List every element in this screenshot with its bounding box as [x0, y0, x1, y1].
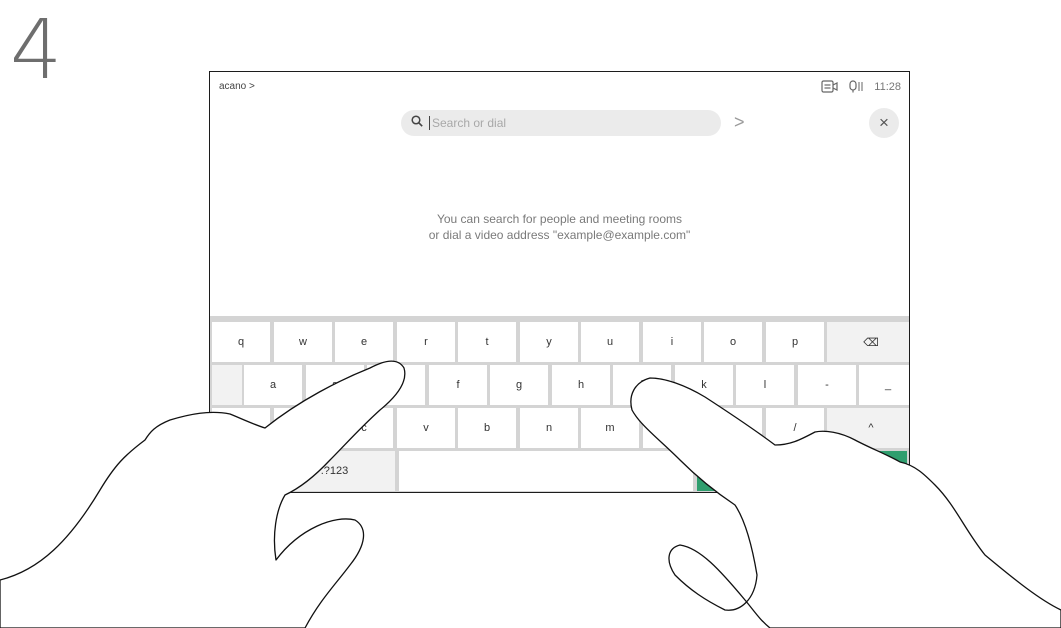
- key-dash[interactable]: -: [798, 365, 856, 405]
- clock-time: 11:28: [874, 80, 901, 93]
- key-r[interactable]: r: [397, 322, 455, 362]
- key-i[interactable]: i: [643, 322, 701, 362]
- key-q[interactable]: q: [212, 322, 270, 362]
- key-period[interactable]: .: [704, 408, 762, 448]
- self-view-icon[interactable]: [821, 80, 838, 93]
- key-blank[interactable]: [212, 451, 270, 491]
- key-p[interactable]: p: [766, 322, 824, 362]
- key-spacer[interactable]: [212, 365, 242, 405]
- key-c[interactable]: c: [335, 408, 393, 448]
- search-hint: You can search for people and meeting ro…: [210, 211, 909, 243]
- key-z[interactable]: z: [212, 408, 270, 448]
- breadcrumb[interactable]: acano >: [219, 81, 255, 92]
- hint-line-1: You can search for people and meeting ro…: [436, 212, 683, 226]
- key-a[interactable]: a: [244, 365, 302, 405]
- key-k[interactable]: k: [675, 365, 733, 405]
- key-h[interactable]: h: [552, 365, 610, 405]
- key-underscore[interactable]: _: [859, 365, 909, 405]
- key-comma[interactable]: ,: [643, 408, 701, 448]
- key-d[interactable]: d: [367, 365, 425, 405]
- search-field[interactable]: [401, 110, 721, 136]
- shift-key[interactable]: ^: [827, 408, 909, 448]
- key-n[interactable]: n: [520, 408, 578, 448]
- close-button[interactable]: ×: [869, 108, 899, 138]
- key-slash[interactable]: /: [766, 408, 824, 448]
- step-number: 4: [10, 3, 63, 98]
- key-x[interactable]: x: [274, 408, 332, 448]
- key-w[interactable]: w: [274, 322, 332, 362]
- search-icon: [411, 114, 423, 132]
- backspace-key[interactable]: ⌫: [827, 322, 909, 362]
- key-f[interactable]: f: [429, 365, 487, 405]
- text-caret: [429, 116, 430, 130]
- symbols-key[interactable]: .?123: [274, 451, 395, 491]
- key-u[interactable]: u: [581, 322, 639, 362]
- key-l[interactable]: l: [736, 365, 794, 405]
- key-t[interactable]: t: [458, 322, 516, 362]
- key-o[interactable]: o: [704, 322, 762, 362]
- key-v[interactable]: v: [397, 408, 455, 448]
- key-y[interactable]: y: [520, 322, 578, 362]
- key-g[interactable]: g: [490, 365, 548, 405]
- on-screen-keyboard: q w e r t y u i o p ⌫ a s d f g h j k l - _z x c v b n m,. / ^ .?123: [210, 316, 909, 492]
- search-go-button[interactable]: >: [734, 113, 745, 131]
- touch-screen: acano > 11:28 Search or dial > × You can…: [209, 71, 910, 493]
- key-s[interactable]: s: [306, 365, 364, 405]
- search-input[interactable]: [432, 116, 682, 130]
- key-j[interactable]: j: [613, 365, 671, 405]
- enter-key[interactable]: [697, 451, 907, 491]
- hint-line-2: or dial a video address "example@example…: [428, 228, 691, 242]
- key-e[interactable]: e: [335, 322, 393, 362]
- space-key[interactable]: [399, 451, 693, 491]
- key-m[interactable]: m: [581, 408, 639, 448]
- microphone-icon[interactable]: [848, 80, 864, 93]
- key-b[interactable]: b: [458, 408, 516, 448]
